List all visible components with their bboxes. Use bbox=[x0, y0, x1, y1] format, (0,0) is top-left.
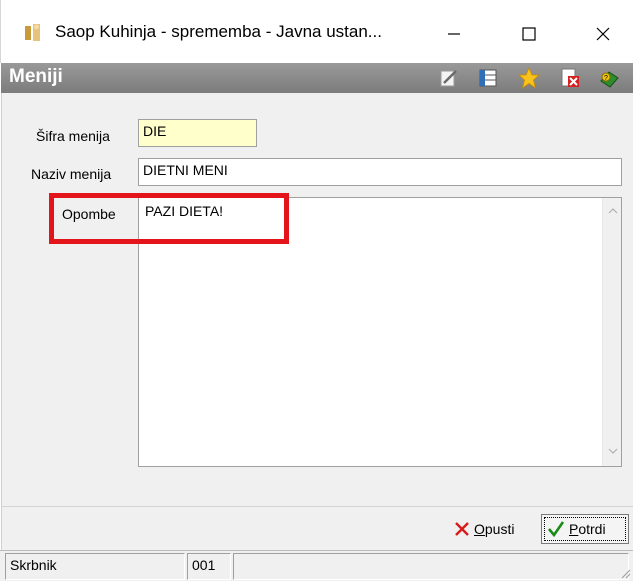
minimize-button[interactable] bbox=[429, 14, 479, 54]
cancel-button[interactable]: Opusti bbox=[449, 514, 534, 544]
dialog-footer: Opusti Potrdi bbox=[1, 506, 633, 550]
status-code: 001 bbox=[187, 553, 231, 580]
naziv-menija-field[interactable]: DIETNI MENI bbox=[138, 158, 622, 186]
svg-text:?: ? bbox=[604, 75, 608, 82]
resize-grip-icon[interactable] bbox=[619, 567, 631, 579]
minimize-icon bbox=[448, 33, 460, 35]
label-sifra-menija: Šifra menija bbox=[36, 128, 110, 144]
cancel-x-icon bbox=[455, 522, 469, 536]
edit-note-icon[interactable] bbox=[438, 67, 460, 89]
cancel-button-label: Opusti bbox=[474, 521, 515, 537]
status-extra bbox=[233, 553, 629, 580]
help-book-icon[interactable]: ? bbox=[598, 67, 620, 89]
status-user: Skrbnik bbox=[5, 553, 185, 580]
close-button[interactable] bbox=[578, 14, 628, 54]
confirm-button-label: Potrdi bbox=[569, 521, 606, 537]
form-panel: Šifra menija DIE Naziv menija DIETNI MEN… bbox=[1, 93, 633, 506]
table-columns-icon[interactable] bbox=[477, 67, 499, 89]
app-chef-icon bbox=[25, 24, 40, 41]
maximize-button[interactable] bbox=[504, 14, 554, 54]
status-bar: Skrbnik 001 bbox=[0, 550, 633, 581]
window-titlebar: Saop Kuhinja - sprememba - Javna ustan..… bbox=[0, 0, 633, 63]
section-title: Meniji bbox=[9, 66, 63, 87]
close-icon bbox=[596, 27, 610, 41]
confirm-button[interactable]: Potrdi bbox=[541, 514, 629, 544]
chevron-down-icon bbox=[608, 448, 617, 454]
chevron-up-icon bbox=[608, 208, 617, 214]
sifra-menija-field[interactable]: DIE bbox=[138, 119, 257, 147]
checkmark-icon bbox=[548, 521, 565, 538]
scroll-down-button[interactable] bbox=[603, 444, 622, 458]
window-title: Saop Kuhinja - sprememba - Javna ustan..… bbox=[55, 22, 382, 41]
delete-document-icon[interactable] bbox=[559, 67, 581, 89]
opombe-textarea[interactable]: PAZI DIETA! bbox=[138, 197, 622, 467]
opombe-scrollbar[interactable] bbox=[602, 198, 621, 466]
label-opombe: Opombe bbox=[62, 206, 116, 222]
star-icon[interactable] bbox=[518, 67, 540, 89]
label-naziv-menija: Naziv menija bbox=[31, 166, 112, 182]
section-header: Meniji ? bbox=[1, 63, 633, 93]
scroll-up-button[interactable] bbox=[603, 204, 622, 218]
opombe-text: PAZI DIETA! bbox=[145, 203, 224, 219]
maximize-icon bbox=[522, 27, 536, 41]
